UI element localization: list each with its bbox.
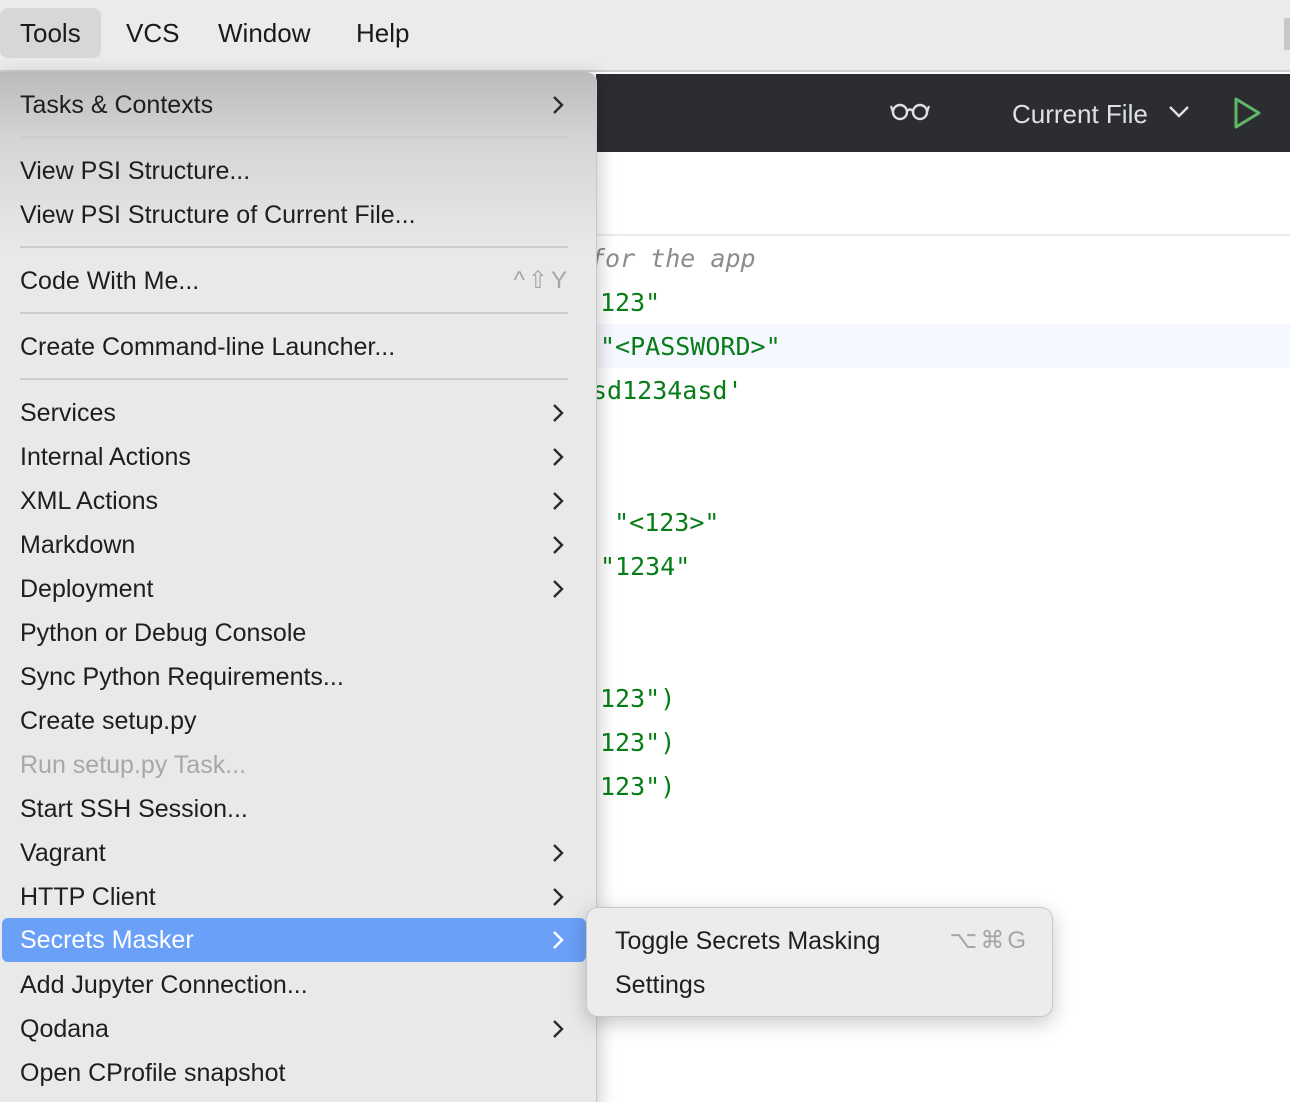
menu-item-sync-requirements[interactable]: Sync Python Requirements... (2, 655, 586, 699)
code-line: 123") (600, 772, 676, 801)
code-line: "<PASSWORD>" (600, 332, 781, 361)
submenu-item-toggle-secrets-masking[interactable]: Toggle Secrets Masking ⌥⌘G (597, 919, 1043, 963)
chevron-right-icon (553, 492, 564, 510)
run-configuration-selector[interactable]: Current File (1012, 94, 1148, 134)
menu-item-label: Qodana (20, 1015, 109, 1043)
menubar-window[interactable]: Window (198, 8, 330, 58)
chevron-right-icon (553, 844, 564, 862)
menu-item-label: Open CProfile snapshot (20, 1059, 286, 1087)
menu-item-start-ssh-session[interactable]: Start SSH Session... (2, 787, 586, 831)
menu-item-deployment[interactable]: Deployment (2, 567, 586, 611)
menu-item-create-launcher[interactable]: Create Command-line Launcher... (2, 325, 586, 369)
chevron-right-icon (553, 1020, 564, 1038)
menu-item-label: Secrets Masker (20, 926, 194, 954)
menu-item-label: XML Actions (20, 487, 159, 515)
menu-item-create-setup-py[interactable]: Create setup.py (2, 699, 586, 743)
menu-item-label: Tasks & Contexts (20, 91, 214, 119)
menu-item-view-psi-structure[interactable]: View PSI Structure... (2, 149, 586, 193)
menu-item-label: Python or Debug Console (20, 619, 307, 647)
menu-item-xml-actions[interactable]: XML Actions (2, 479, 586, 523)
menu-item-label: Start SSH Session... (20, 795, 248, 823)
menu-item-python-console[interactable]: Python or Debug Console (2, 611, 586, 655)
menubar-tools[interactable]: Tools (0, 8, 101, 58)
menu-item-run-setup-py-task: Run setup.py Task... (2, 743, 586, 787)
editor-divider (596, 234, 1290, 236)
chevron-right-icon (553, 404, 564, 422)
menu-item-internal-actions[interactable]: Internal Actions (2, 435, 586, 479)
chevron-right-icon (553, 580, 564, 598)
menu-item-label: HTTP Client (20, 883, 156, 911)
menubar-vcs[interactable]: VCS (106, 8, 199, 58)
secrets-masker-submenu: Toggle Secrets Masking ⌥⌘G Settings (586, 907, 1053, 1017)
submenu-item-label: Toggle Secrets Masking (615, 927, 881, 955)
menu-item-secrets-masker[interactable]: Secrets Masker (2, 918, 586, 962)
code-line: 123") (600, 728, 676, 757)
menu-separator (20, 378, 568, 380)
menu-item-label: Vagrant (20, 839, 106, 867)
menu-item-label: Create Command-line Launcher... (20, 333, 396, 361)
menu-item-label: View PSI Structure of Current File... (20, 201, 416, 229)
menubar-help[interactable]: Help (336, 8, 429, 58)
tools-menu: Tasks & Contexts View PSI Structure... V… (0, 72, 597, 1102)
menu-item-view-psi-current-file[interactable]: View PSI Structure of Current File... (2, 193, 586, 237)
menu-item-qodana[interactable]: Qodana (2, 1007, 586, 1051)
code-line: for the app (590, 244, 756, 273)
menu-item-vagrant[interactable]: Vagrant (2, 831, 586, 875)
menu-item-http-client[interactable]: HTTP Client (2, 875, 586, 919)
menu-item-open-cprofile-snapshot[interactable]: Open CProfile snapshot (2, 1051, 586, 1095)
code-line: 123" (600, 288, 661, 317)
submenu-item-label: Settings (615, 971, 706, 999)
menu-item-label: Run setup.py Task... (20, 751, 247, 779)
menu-item-label: Code With Me... (20, 267, 200, 295)
ide-toolbar: Current File (596, 74, 1290, 152)
menu-item-label: View PSI Structure... (20, 157, 251, 185)
menu-item-services[interactable]: Services (2, 391, 586, 435)
menu-bar: Tools VCS Window Help (0, 0, 1290, 72)
chevron-down-icon[interactable] (1168, 104, 1190, 125)
chevron-right-icon (553, 888, 564, 906)
menu-item-markdown[interactable]: Markdown (2, 523, 586, 567)
menu-separator (20, 136, 568, 138)
code-line: 123") (600, 684, 676, 713)
menu-item-code-with-me[interactable]: Code With Me... ^⇧Y (2, 259, 586, 303)
submenu-item-shortcut: ⌥⌘G (949, 927, 1029, 954)
menu-item-label: Create setup.py (20, 707, 197, 735)
chevron-right-icon (553, 448, 564, 466)
code-line: "1234" (600, 552, 691, 581)
run-icon[interactable] (1232, 96, 1262, 135)
code-line: sd1234asd' (592, 376, 743, 405)
chevron-right-icon (553, 536, 564, 554)
menu-item-tasks-contexts[interactable]: Tasks & Contexts (2, 83, 586, 127)
menu-separator (20, 246, 568, 248)
glasses-icon[interactable] (889, 100, 931, 127)
menu-item-add-jupyter-connection[interactable]: Add Jupyter Connection... (2, 963, 586, 1007)
menu-item-label: Add Jupyter Connection... (20, 971, 308, 999)
menu-item-label: Services (20, 399, 116, 427)
menu-item-shortcut: ^⇧Y (513, 267, 570, 294)
code-line: : "<123>" (584, 508, 720, 537)
menu-item-label: Internal Actions (20, 443, 191, 471)
menu-separator (20, 312, 568, 314)
menu-item-label: Sync Python Requirements... (20, 663, 344, 691)
menu-item-label: Deployment (20, 575, 154, 603)
chevron-right-icon (553, 96, 564, 114)
submenu-item-settings[interactable]: Settings (597, 963, 1043, 1007)
chevron-right-icon (553, 931, 564, 949)
menu-item-label: Markdown (20, 531, 136, 559)
menubar-edge-divider (1284, 18, 1290, 50)
